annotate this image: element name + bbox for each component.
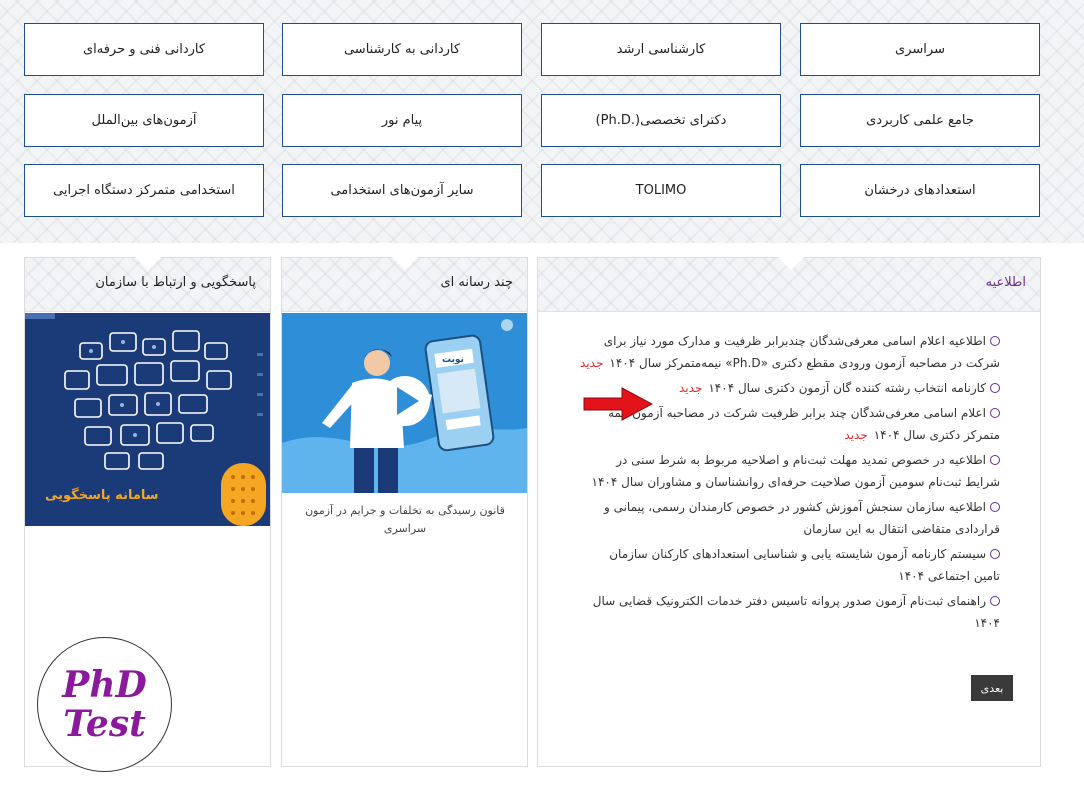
red-arrow-icon: [583, 387, 654, 421]
category-button-phd[interactable]: دکترای تخصصی(.Ph.D): [541, 94, 781, 147]
video-thumbnail[interactable]: نوبت: [282, 313, 527, 493]
news-item[interactable]: سیستم کارنامه آزمون شایسته یابی و شناسای…: [580, 543, 1000, 587]
support-panel-header: پاسخگویی و ارتباط با سازمان: [25, 257, 270, 312]
news-panel: اطلاعیه اطلاعیه اعلام اسامی معرفی‌شدگان …: [537, 257, 1041, 767]
category-button-centralized-employment[interactable]: استخدامی متمرکز دستگاه اجرایی: [24, 164, 264, 217]
circle-bullet-icon: [990, 383, 1000, 393]
category-button-masters[interactable]: کارشناسی ارشد: [541, 23, 781, 76]
panel-notch: [778, 257, 804, 270]
circle-bullet-icon: [990, 455, 1000, 465]
category-button-applied-science[interactable]: جامع علمی کاربردی: [800, 94, 1040, 147]
circle-bullet-icon: [990, 596, 1000, 606]
news-item-text[interactable]: اعلام اسامی معرفی‌شدگان چند برابر ظرفیت …: [608, 406, 1000, 442]
support-panel-title: پاسخگویی و ارتباط با سازمان: [95, 275, 256, 290]
news-item-text[interactable]: اطلاعیه اعلام اسامی معرفی‌شدگان چندبرابر…: [604, 334, 1000, 370]
phd-test-watermark: PhD Test: [37, 637, 172, 772]
support-banner[interactable]: سامانه پاسخگویی: [25, 313, 270, 526]
video-illustration: [282, 319, 527, 493]
news-item-text[interactable]: اطلاعیه در خصوص تمدید مهلت ثبت‌نام و اصل…: [592, 453, 1000, 489]
new-badge: جدید: [844, 428, 868, 442]
circle-bullet-icon: [990, 502, 1000, 512]
category-button-tolimo[interactable]: TOLIMO: [541, 164, 781, 217]
news-item-text[interactable]: راهنمای ثبت‌نام آزمون صدور پروانه تاسیس …: [593, 594, 1000, 630]
category-button-technical-associate[interactable]: کاردانی فنی و حرفه‌ای: [24, 23, 264, 76]
category-button-associate-to-bachelor[interactable]: کاردانی به کارشناسی: [282, 23, 522, 76]
panel-notch: [135, 257, 161, 270]
watermark-line1: PhD: [62, 663, 147, 706]
category-button-payame-noor[interactable]: پیام نور: [282, 94, 522, 147]
news-item[interactable]: راهنمای ثبت‌نام آزمون صدور پروانه تاسیس …: [580, 590, 1000, 634]
news-panel-header: اطلاعیه: [538, 257, 1040, 312]
category-button-sarasari[interactable]: سراسری: [800, 23, 1040, 76]
multimedia-panel: چند رسانه ای نوبت قانون رسیدگی به تخلفات…: [281, 257, 528, 767]
circle-bullet-icon: [990, 408, 1000, 418]
circle-bullet-icon: [990, 549, 1000, 559]
category-button-other-employment[interactable]: سایر آزمون‌های استخدامی: [282, 164, 522, 217]
news-panel-title: اطلاعیه: [985, 275, 1026, 290]
news-item-text[interactable]: اطلاعیه سازمان سنجش آموزش کشور در خصوص ک…: [604, 500, 1000, 536]
new-badge: جدید: [580, 356, 604, 370]
watermark-line2: Test: [63, 702, 146, 745]
exam-categories-band: سراسری کارشناسی ارشد کاردانی به کارشناسی…: [0, 0, 1084, 243]
support-banner-label: سامانه پاسخگویی: [45, 488, 159, 503]
news-item[interactable]: اطلاعیه اعلام اسامی معرفی‌شدگان چندبرابر…: [580, 330, 1000, 374]
category-button-international[interactable]: آزمون‌های بین‌الملل: [24, 94, 264, 147]
circle-bullet-icon: [990, 336, 1000, 346]
news-list: اطلاعیه اعلام اسامی معرفی‌شدگان چندبرابر…: [580, 330, 1000, 637]
phone-label: نوبت: [442, 355, 464, 365]
news-item[interactable]: اطلاعیه در خصوص تمدید مهلت ثبت‌نام و اصل…: [580, 449, 1000, 493]
next-page-button[interactable]: بعدی: [971, 675, 1013, 701]
news-item[interactable]: اطلاعیه سازمان سنجش آموزش کشور در خصوص ک…: [580, 496, 1000, 540]
panel-notch: [392, 257, 418, 270]
multimedia-panel-header: چند رسانه ای: [282, 257, 527, 312]
multimedia-panel-title: چند رسانه ای: [440, 275, 513, 290]
video-caption[interactable]: قانون رسیدگی به تخلفات و جرایم در آزمون …: [294, 502, 516, 538]
news-item-text[interactable]: کارنامه انتخاب رشته کننده گان آزمون دکتر…: [708, 381, 986, 395]
news-item-text[interactable]: سیستم کارنامه آزمون شایسته یابی و شناسای…: [609, 547, 1000, 583]
category-button-talents[interactable]: استعدادهای درخشان: [800, 164, 1040, 217]
new-badge: جدید: [679, 381, 703, 395]
